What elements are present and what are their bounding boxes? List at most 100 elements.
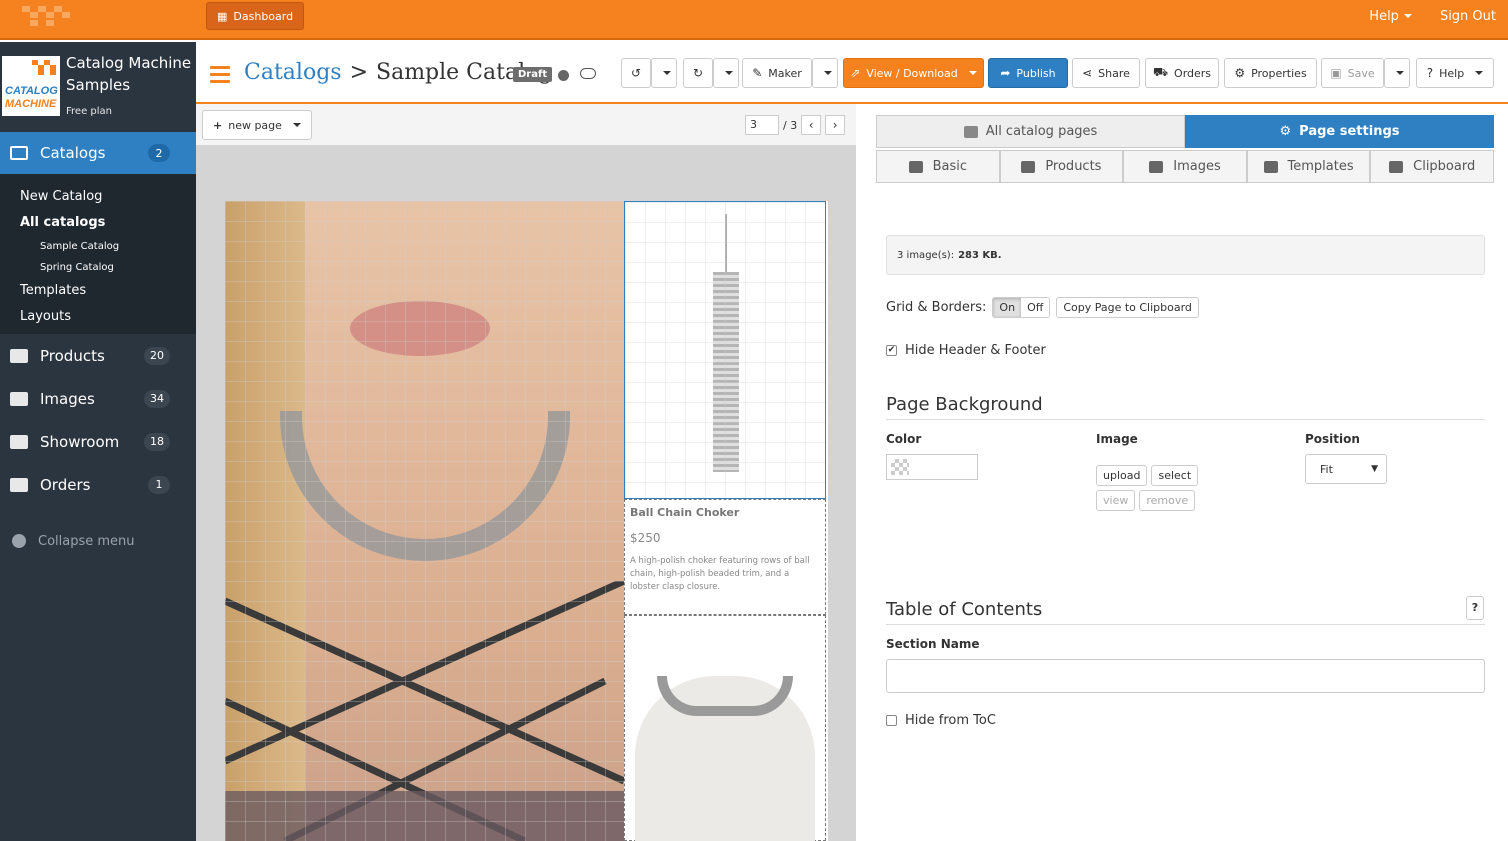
undo-button[interactable]: ↺ bbox=[621, 58, 651, 88]
sidebar-item-catalogs[interactable]: Catalogs 2 bbox=[0, 132, 196, 174]
view-download-label: View / Download bbox=[866, 66, 958, 80]
bracelet-chain bbox=[725, 214, 727, 274]
color-picker[interactable] bbox=[886, 454, 978, 480]
orders-button[interactable]: ⛟ Orders bbox=[1145, 58, 1219, 88]
position-select[interactable]: Fit ▼ bbox=[1305, 454, 1387, 484]
publish-button[interactable]: ➦ Publish bbox=[988, 58, 1068, 88]
menu-toggle-icon[interactable] bbox=[210, 66, 230, 83]
sidebar-item-all-catalogs[interactable]: All catalogs bbox=[0, 210, 196, 236]
account-name: Catalog Machine Samples bbox=[66, 54, 192, 94]
product-text-cell[interactable]: Ball Chain Choker $250 A high-polish cho… bbox=[624, 499, 826, 615]
page-background-title: Page Background bbox=[886, 394, 1485, 420]
properties-button[interactable]: ⚙ Properties bbox=[1224, 58, 1317, 88]
catalog-page-canvas[interactable]: Ball Chain Choker $250 A high-polish cho… bbox=[225, 201, 828, 841]
tab-label: Templates bbox=[1287, 159, 1354, 174]
color-label: Color bbox=[886, 432, 922, 446]
sidebar-item-showroom[interactable]: Showroom 18 bbox=[0, 420, 196, 463]
comment-icon[interactable] bbox=[580, 68, 596, 79]
arrow-left-circle-icon bbox=[12, 534, 26, 548]
model-photo[interactable] bbox=[225, 201, 624, 841]
view-download-button[interactable]: ⇗ View / Download bbox=[843, 58, 984, 88]
sidebar-item-layouts[interactable]: Layouts bbox=[0, 304, 196, 330]
next-page-button[interactable]: › bbox=[825, 115, 846, 135]
tab-all-catalog-pages[interactable]: All catalog pages bbox=[876, 115, 1185, 148]
product-image-cell[interactable] bbox=[624, 201, 826, 499]
sidebar-item-orders[interactable]: Orders 1 bbox=[0, 463, 196, 506]
save-dropdown-button[interactable] bbox=[1384, 58, 1410, 88]
help-menu[interactable]: Help bbox=[1369, 9, 1412, 24]
sidebar-item-images[interactable]: Images 34 bbox=[0, 377, 196, 420]
view-button[interactable]: view bbox=[1096, 490, 1136, 511]
redo-dropdown-button[interactable] bbox=[713, 58, 739, 88]
sidebar-item-spring-catalog[interactable]: Spring Catalog bbox=[0, 257, 196, 278]
caret-down-icon bbox=[1475, 71, 1484, 75]
product-description: A high-polish choker featuring rows of b… bbox=[630, 556, 810, 592]
collapse-menu-label: Collapse menu bbox=[38, 533, 135, 549]
remove-button[interactable]: remove bbox=[1139, 490, 1196, 511]
grid-on-button[interactable]: On bbox=[993, 298, 1022, 317]
wand-icon: ✎ bbox=[752, 66, 763, 80]
new-page-button[interactable]: + new page bbox=[202, 110, 312, 140]
tab-templates[interactable]: Templates bbox=[1246, 150, 1371, 183]
gift-icon bbox=[10, 348, 28, 363]
sidebar-item-new-catalog[interactable]: New Catalog bbox=[0, 184, 196, 210]
maker-button[interactable]: ✎ Maker bbox=[742, 58, 812, 88]
count-badge: 18 bbox=[144, 432, 170, 451]
dashboard-button[interactable]: ▦ Dashboard bbox=[206, 2, 305, 30]
sign-out-link[interactable]: Sign Out bbox=[1440, 9, 1496, 24]
help-button[interactable]: ? Help bbox=[1416, 58, 1494, 88]
sidebar-item-templates[interactable]: Templates bbox=[0, 278, 196, 304]
maker-dropdown-button[interactable] bbox=[812, 58, 838, 88]
settings-panel: All catalog pages ⚙ Page settings Basic … bbox=[856, 104, 1508, 841]
redo-button[interactable]: ↻ bbox=[683, 58, 713, 88]
dropdown-triangle-icon: ▼ bbox=[1371, 464, 1378, 474]
help-label: Help bbox=[1439, 66, 1465, 80]
product-price: $250 bbox=[630, 531, 661, 545]
undo-dropdown-button[interactable] bbox=[651, 58, 677, 88]
hide-header-footer-checkbox[interactable]: ✔ bbox=[886, 345, 897, 356]
caret-down-icon bbox=[1403, 14, 1412, 18]
checkered-flag-icon[interactable] bbox=[18, 0, 78, 30]
gift-icon bbox=[1021, 160, 1036, 173]
collapse-menu-button[interactable]: Collapse menu bbox=[0, 516, 196, 566]
tab-label: Clipboard bbox=[1413, 159, 1476, 174]
panel-top-tabs: All catalog pages ⚙ Page settings bbox=[876, 115, 1494, 148]
section-name-input[interactable] bbox=[886, 659, 1485, 693]
company-logo[interactable]: CATALOG MACHINE bbox=[2, 56, 60, 116]
svg-text:MACHINE: MACHINE bbox=[5, 98, 57, 110]
cart-icon bbox=[10, 477, 28, 492]
tab-label: Basic bbox=[932, 159, 967, 174]
tab-page-settings[interactable]: ⚙ Page settings bbox=[1185, 115, 1494, 148]
panel-sub-tabs: Basic Products Images Templates Clipboar… bbox=[876, 150, 1494, 183]
product-image-cell-2[interactable] bbox=[624, 615, 826, 841]
tab-basic[interactable]: Basic bbox=[876, 150, 1000, 183]
picture-icon bbox=[1149, 160, 1164, 173]
copy-pages-icon bbox=[963, 125, 978, 138]
breadcrumb-catalogs-link[interactable]: Catalogs bbox=[244, 60, 342, 85]
sidebar-item-products[interactable]: Products 20 bbox=[0, 334, 196, 377]
grid-icon: ▦ bbox=[217, 9, 228, 23]
page-navigator: 3 / 3 ‹ › bbox=[745, 115, 846, 135]
publish-label: Publish bbox=[1016, 66, 1056, 80]
select-button[interactable]: select bbox=[1151, 465, 1199, 486]
sidebar-item-sample-catalog[interactable]: Sample Catalog bbox=[0, 236, 196, 257]
tab-products[interactable]: Products bbox=[999, 150, 1124, 183]
page-number-input[interactable]: 3 bbox=[745, 115, 779, 135]
editor-toolbar: + new page 3 / 3 ‹ › bbox=[196, 104, 856, 145]
upload-button[interactable]: upload bbox=[1096, 465, 1148, 486]
count-badge: 34 bbox=[144, 389, 170, 408]
plan-label: Free plan bbox=[66, 106, 112, 117]
save-button[interactable]: ▣ Save bbox=[1321, 58, 1384, 88]
hide-from-toc-checkbox[interactable] bbox=[886, 715, 897, 726]
product-name: Ball Chain Choker bbox=[630, 506, 740, 519]
tab-images[interactable]: Images bbox=[1123, 150, 1247, 183]
hide-from-toc-row: Hide from ToC bbox=[886, 713, 996, 728]
toc-help-button[interactable]: ? bbox=[1466, 596, 1484, 620]
grid-off-button[interactable]: Off bbox=[1021, 298, 1050, 317]
share-button[interactable]: ⋖ Share bbox=[1072, 58, 1140, 88]
tab-clipboard[interactable]: Clipboard bbox=[1370, 150, 1494, 183]
copy-page-button[interactable]: Copy Page to Clipboard bbox=[1056, 297, 1199, 318]
external-link-icon: ⇗ bbox=[850, 66, 861, 80]
globe-icon[interactable] bbox=[558, 70, 569, 81]
prev-page-button[interactable]: ‹ bbox=[801, 115, 822, 135]
